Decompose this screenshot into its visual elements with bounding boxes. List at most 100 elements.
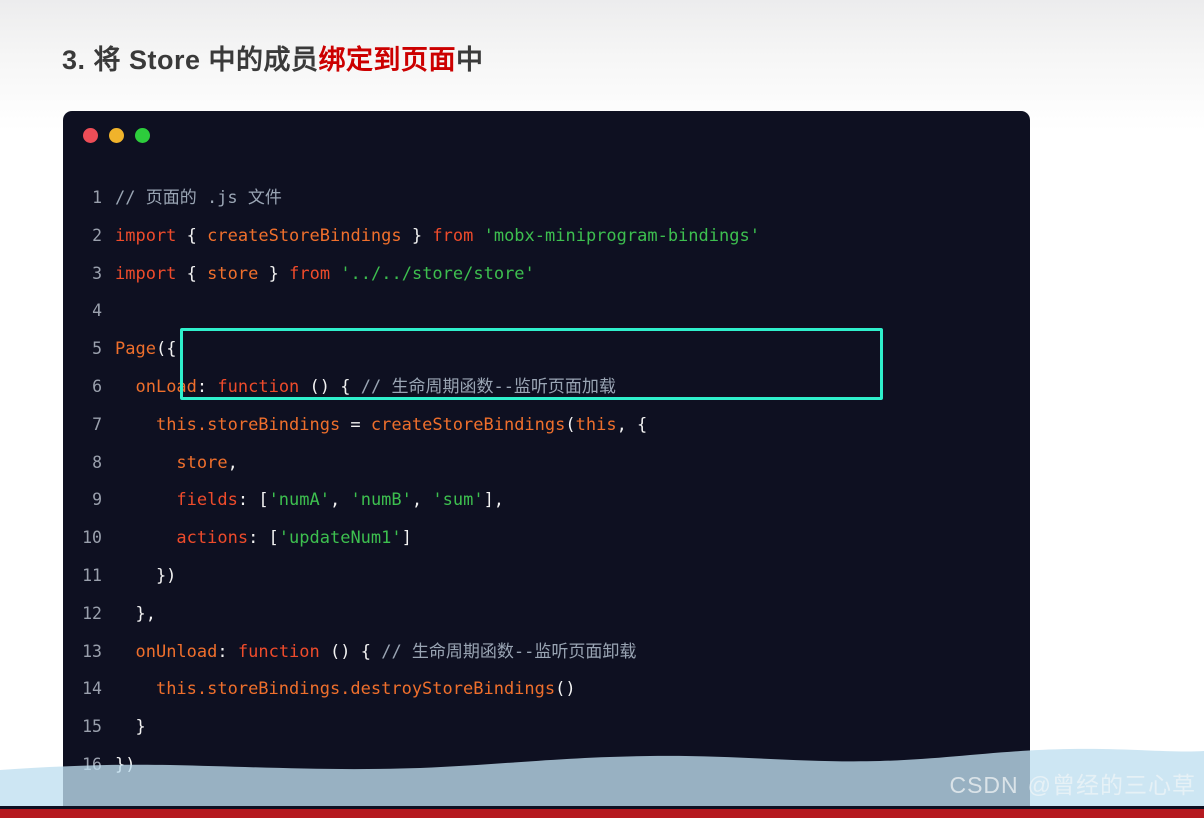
code-token: 'updateNum1'	[278, 528, 402, 549]
minimize-dot[interactable]	[109, 127, 124, 143]
code-token: : [	[237, 490, 269, 511]
line-number: 10	[82, 528, 102, 548]
watermark-brand: CSDN	[949, 772, 1019, 798]
code-line: 7 this.storeBindings = createStoreBindin…	[63, 406, 1030, 444]
code-line-text: onLoad: function () { // 生命周期函数--监听页面加载	[115, 369, 616, 407]
code-token: 'sum'	[432, 490, 484, 511]
line-number: 6	[92, 376, 102, 396]
code-line: 2 import { createStoreBindings } from 'mo…	[63, 217, 1030, 255]
code-line: 5 Page({	[63, 330, 1030, 368]
code-token: // 生命周期函数--监听页面卸载	[381, 641, 637, 662]
code-token: , {	[616, 414, 648, 435]
code-block[interactable]: 1 // 页面的 .js 文件 2 import { createStoreBindi…	[63, 159, 1030, 784]
code-token: import	[115, 225, 177, 246]
code-line-text: actions: ['updateNum1']	[115, 520, 412, 558]
code-token: ]	[401, 528, 412, 549]
code-token: (	[565, 414, 576, 435]
code-token: :	[196, 376, 208, 397]
line-number: 7	[92, 414, 102, 434]
code-token: '../../store/store'	[340, 263, 535, 284]
code-token: () {	[330, 641, 371, 662]
code-token: }	[411, 225, 423, 246]
code-token: :	[217, 641, 228, 662]
line-number: 5	[92, 339, 102, 359]
bottom-accent-bar	[0, 809, 1204, 818]
code-token: import	[115, 263, 177, 284]
code-token: onUnload	[135, 641, 218, 662]
line-number: 16	[82, 754, 102, 774]
code-token: ],	[483, 490, 505, 511]
code-line-text: }	[115, 709, 145, 747]
line-number: 8	[92, 452, 102, 472]
code-line-text: import { store } from '../../store/store…	[115, 256, 535, 294]
code-line: 10 actions: ['updateNum1']	[63, 519, 1030, 557]
code-line-text: onUnload: function () { // 生命周期函数--监听页面卸…	[115, 634, 636, 672]
code-line-text: this.storeBindings.destroyStoreBindings(…	[115, 671, 576, 709]
page-title: 3. 将 Store 中的成员绑定到页面中	[62, 38, 484, 77]
code-line-text: fields: ['numA', 'numB', 'sum'],	[115, 482, 504, 520]
code-line: 4	[63, 292, 1030, 330]
code-line: 9 fields: ['numA', 'numB', 'sum'],	[63, 481, 1030, 519]
code-line: 11 })	[63, 557, 1030, 595]
code-line: 1 // 页面的 .js 文件	[63, 179, 1030, 217]
code-token: ,	[329, 490, 351, 511]
code-token: from	[289, 263, 331, 284]
code-token: from	[432, 225, 474, 246]
line-number: 12	[82, 603, 102, 623]
code-token: createStoreBindings	[207, 225, 402, 246]
code-token: ,	[411, 490, 433, 511]
code-line: 12 },	[63, 595, 1030, 633]
code-token: ()	[555, 679, 576, 700]
code-token: =	[340, 414, 371, 435]
code-token: ,	[227, 452, 238, 473]
close-dot[interactable]	[83, 127, 98, 143]
code-token: store	[207, 263, 259, 284]
code-line: 13 onUnload: function () { // 生命周期函数--监听…	[63, 633, 1030, 671]
code-token: }	[268, 263, 279, 284]
code-token: // 页面的 .js 文件	[115, 188, 282, 208]
code-token: this.storeBindings	[155, 414, 341, 435]
code-token: {	[186, 225, 197, 246]
code-token: Page	[115, 339, 156, 360]
code-token: onLoad	[135, 376, 197, 397]
line-number: 13	[82, 641, 102, 661]
code-token: function	[217, 376, 300, 397]
code-token: store	[176, 452, 228, 473]
code-line-text: import { createStoreBindings } from 'mob…	[115, 218, 760, 256]
code-line-text: store,	[115, 445, 238, 483]
code-token: 'numB'	[350, 490, 412, 511]
code-token: 'mobx-miniprogram-bindings'	[483, 225, 760, 246]
line-number: 11	[82, 565, 102, 585]
code-token: : [	[248, 528, 279, 549]
code-token: createStoreBindings	[370, 414, 566, 435]
code-line: 8 store,	[63, 444, 1030, 482]
code-token: this.storeBindings.destroyStoreBindings	[155, 679, 556, 700]
watermark: CSDN @曾经的三心草	[949, 766, 1196, 800]
code-line: 15 }	[63, 708, 1030, 746]
code-token: fields	[176, 490, 238, 511]
code-token: {	[186, 263, 197, 284]
code-line-text: })	[115, 558, 176, 596]
page-title-suffix: 中	[456, 45, 484, 75]
maximize-dot[interactable]	[135, 127, 150, 143]
code-line-text: Page({	[115, 331, 176, 369]
code-line: 6 onLoad: function () { // 生命周期函数--监听页面加…	[63, 368, 1030, 406]
code-token: // 生命周期函数--监听页面加载	[360, 376, 616, 397]
code-token: this	[575, 414, 617, 435]
line-number: 9	[92, 490, 102, 510]
code-window: 1 // 页面的 .js 文件 2 import { createStoreBindi…	[63, 111, 1030, 812]
